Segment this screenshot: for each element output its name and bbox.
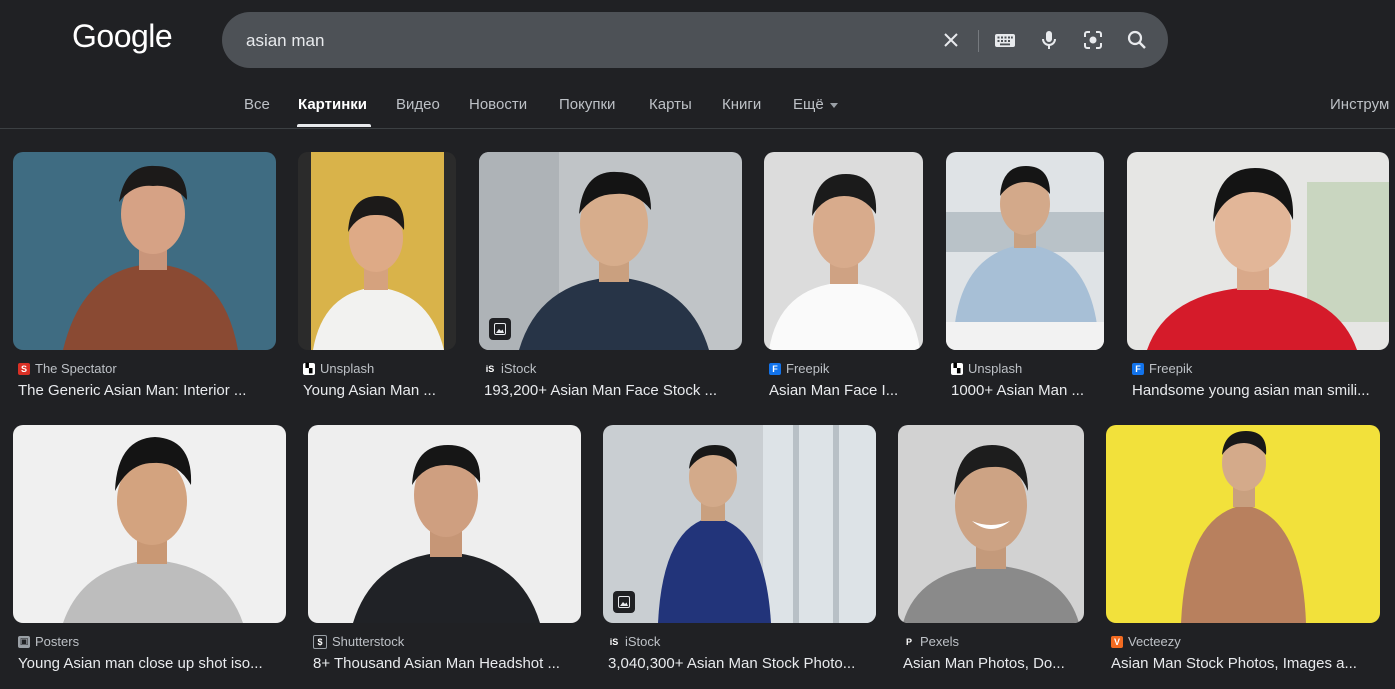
result-thumbnail[interactable] <box>946 152 1104 350</box>
image-result[interactable]: S The Spectator The Generic Asian Man: In… <box>13 152 276 399</box>
result-source: Vecteezy <box>1128 634 1181 649</box>
image-result[interactable]: F Freepik Handsome young asian man smili.… <box>1127 152 1389 399</box>
vecteezy-icon: V <box>1111 635 1123 648</box>
photo-placeholder <box>298 152 456 350</box>
result-title[interactable]: Asian Man Photos, Do... <box>898 655 1084 672</box>
result-source: Pexels <box>920 634 960 649</box>
tab-shopping[interactable]: Покупки <box>559 96 615 113</box>
result-source: iStock <box>501 361 537 376</box>
result-source: Posters <box>35 634 80 649</box>
unsplash-icon: ▚ <box>951 362 963 375</box>
result-thumbnail[interactable] <box>479 152 742 350</box>
result-title[interactable]: Young Asian man close up shot iso... <box>13 655 286 672</box>
search-icon[interactable] <box>1125 28 1149 52</box>
result-source: iStock <box>625 634 661 649</box>
result-title[interactable]: Young Asian Man ... <box>298 382 456 399</box>
result-title[interactable]: Asian Man Stock Photos, Images a... <box>1106 655 1380 672</box>
tools-button[interactable]: Инструм <box>1330 96 1389 113</box>
active-tab-indicator <box>297 124 371 127</box>
tab-more-label: Ещё <box>793 96 824 113</box>
photo-placeholder <box>13 425 286 623</box>
freepik-icon: F <box>1132 362 1144 375</box>
clear-icon[interactable] <box>939 28 963 52</box>
search-input[interactable] <box>244 12 928 70</box>
chevron-down-icon <box>829 102 838 108</box>
result-thumbnail[interactable] <box>1127 152 1389 350</box>
photo-placeholder <box>1106 425 1380 623</box>
result-thumbnail[interactable] <box>603 425 876 623</box>
result-source: Unsplash <box>320 361 375 376</box>
freepik-icon: F <box>769 362 781 375</box>
photo-placeholder <box>946 152 1104 350</box>
result-source: The Spectator <box>35 361 117 376</box>
image-badge-icon <box>489 318 511 340</box>
result-source: Freepik <box>786 361 830 376</box>
tab-maps[interactable]: Карты <box>649 96 692 113</box>
keyboard-icon[interactable] <box>993 28 1017 52</box>
photo-placeholder <box>1127 152 1389 350</box>
spectator-icon: S <box>18 362 30 375</box>
search-bar <box>222 12 1168 70</box>
image-result[interactable]: P Pexels Asian Man Photos, Do... <box>898 425 1084 672</box>
result-title[interactable]: The Generic Asian Man: Interior ... <box>13 382 276 399</box>
photo-placeholder <box>603 425 876 623</box>
tab-books[interactable]: Книги <box>722 96 761 113</box>
result-title[interactable]: 1000+ Asian Man ... <box>946 382 1104 399</box>
result-source: Shutterstock <box>332 634 405 649</box>
tab-images[interactable]: Картинки <box>298 96 367 113</box>
image-result[interactable]: ▣ Posters Young Asian man close up shot i… <box>13 425 286 672</box>
result-title[interactable]: 193,200+ Asian Man Face Stock ... <box>479 382 742 399</box>
result-thumbnail[interactable] <box>298 152 456 350</box>
tab-all[interactable]: Все <box>244 96 270 113</box>
result-thumbnail[interactable] <box>898 425 1084 623</box>
photo-placeholder <box>898 425 1084 623</box>
google-logo[interactable]: Google <box>72 18 173 55</box>
image-result[interactable]: iS iStock 3,040,300+ Asian Man Stock Phot… <box>603 425 876 672</box>
result-thumbnail[interactable] <box>1106 425 1380 623</box>
result-thumbnail[interactable] <box>764 152 923 350</box>
photo-placeholder <box>308 425 581 623</box>
result-thumbnail[interactable] <box>308 425 581 623</box>
image-result[interactable]: ▚ Unsplash 1000+ Asian Man ... <box>946 152 1104 399</box>
image-result[interactable]: V Vecteezy Asian Man Stock Photos, Images… <box>1106 425 1380 672</box>
photo-placeholder <box>13 152 276 350</box>
result-title[interactable]: Handsome young asian man smili... <box>1127 382 1389 399</box>
result-source: Unsplash <box>968 361 1023 376</box>
unsplash-icon: ▚ <box>303 362 315 375</box>
tab-more[interactable]: Ещё <box>793 96 838 113</box>
istock-icon: iS <box>608 635 620 648</box>
image-result[interactable]: ▚ Unsplash Young Asian Man ... <box>298 152 456 399</box>
shutterstock-icon: $ <box>313 634 327 649</box>
image-result[interactable]: iS iStock 193,200+ Asian Man Face Stock .… <box>479 152 742 399</box>
result-source: Freepik <box>1149 361 1193 376</box>
search-divider <box>978 30 979 52</box>
pexels-icon: P <box>903 635 915 648</box>
result-title[interactable]: 8+ Thousand Asian Man Headshot ... <box>308 655 581 672</box>
photo-placeholder <box>479 152 742 350</box>
image-badge-icon <box>613 591 635 613</box>
istock-icon: iS <box>484 362 496 375</box>
result-title[interactable]: 3,040,300+ Asian Man Stock Photo... <box>603 655 876 672</box>
tab-news[interactable]: Новости <box>469 96 527 113</box>
microphone-icon[interactable] <box>1037 28 1061 52</box>
result-title[interactable]: Asian Man Face I... <box>764 382 923 399</box>
search-tabs: Все Картинки Видео Новости Покупки Карты… <box>0 86 1395 129</box>
photo-placeholder <box>764 152 923 350</box>
tab-video[interactable]: Видео <box>396 96 440 113</box>
posters-icon: ▣ <box>18 635 30 648</box>
image-result[interactable]: F Freepik Asian Man Face I... <box>764 152 923 399</box>
result-thumbnail[interactable] <box>13 425 286 623</box>
image-result[interactable]: $ Shutterstock 8+ Thousand Asian Man Head… <box>308 425 581 672</box>
lens-icon[interactable] <box>1081 28 1105 52</box>
result-thumbnail[interactable] <box>13 152 276 350</box>
